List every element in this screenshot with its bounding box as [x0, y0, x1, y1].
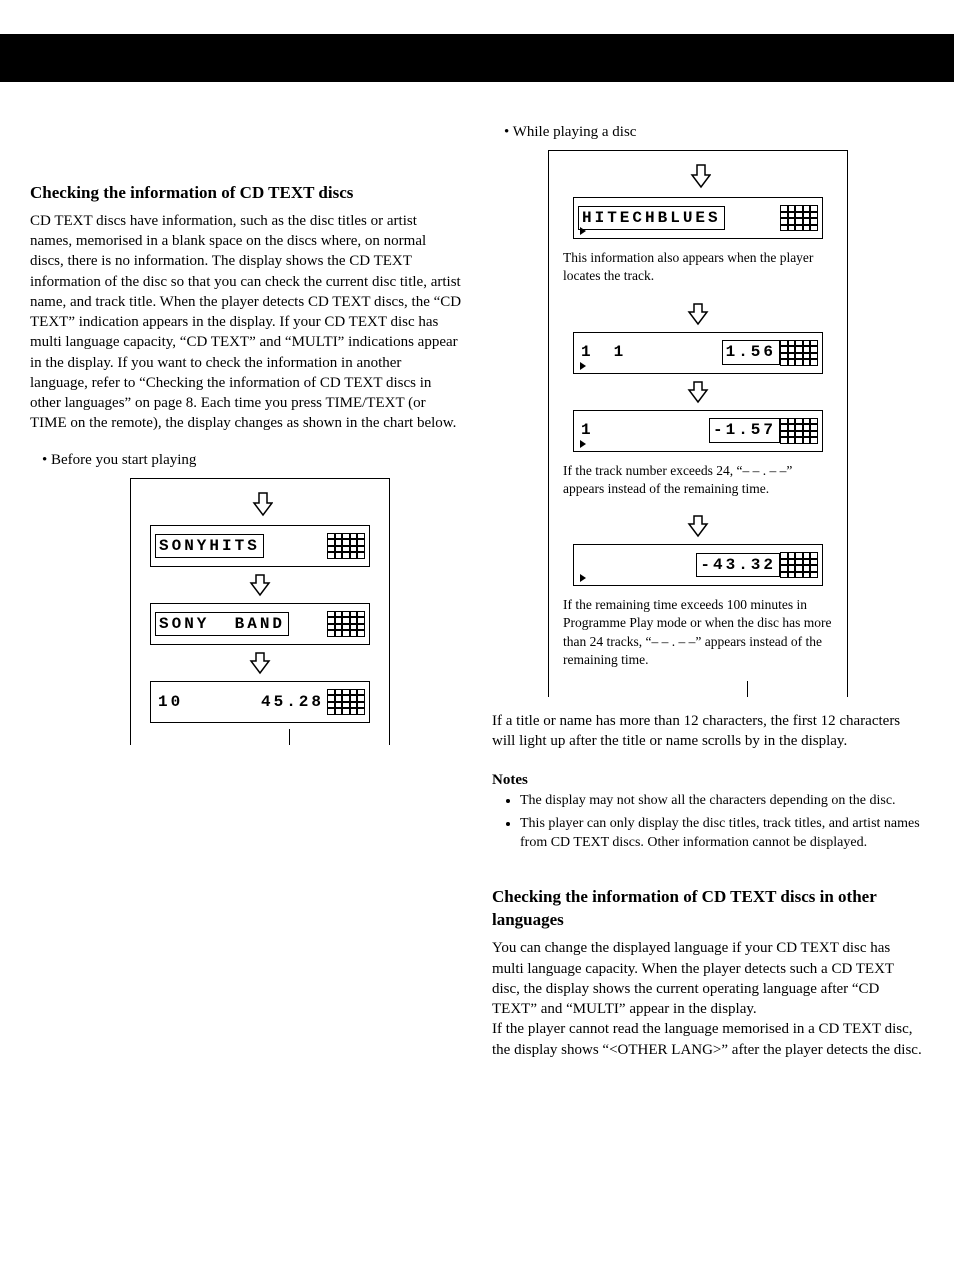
- lcd-segment: 1: [611, 341, 630, 363]
- lcd-segment: 1: [578, 419, 597, 441]
- right-column: • While playing a disc HITECHBLUES This …: [492, 122, 924, 1060]
- arrow-down-icon: [687, 302, 709, 326]
- play-icon: [580, 362, 586, 370]
- music-calendar-grid: [327, 533, 365, 559]
- lcd-display: SONYHITS: [150, 525, 370, 567]
- other-lang-paragraph: You can change the displayed language if…: [492, 938, 924, 1060]
- start-arrow-icon: [685, 163, 711, 191]
- lcd-display: -43.32: [573, 544, 823, 586]
- music-calendar-grid: [780, 340, 818, 366]
- bullet-label: Before you start playing: [51, 452, 196, 468]
- lcd-display: 1 1 1.56: [573, 332, 823, 374]
- arrow-down-icon: [687, 380, 709, 404]
- notes-list: The display may not show all the charact…: [492, 792, 924, 853]
- section-other-languages: Checking the information of CD TEXT disc…: [492, 886, 924, 1059]
- note-item: The display may not show all the charact…: [520, 792, 924, 811]
- lcd-display: SONY BAND: [150, 603, 370, 645]
- arrow-down-icon: [687, 514, 709, 538]
- left-column: Checking the information of CD TEXT disc…: [30, 122, 462, 1060]
- bullet-label: While playing a disc: [513, 124, 637, 140]
- intro-paragraph: CD TEXT discs have information, such as …: [30, 211, 462, 434]
- display-flow-right: HITECHBLUES This information also appear…: [548, 150, 848, 697]
- lcd-segment: -43.32: [696, 553, 780, 577]
- lcd-segment: HITECHBLUES: [578, 206, 725, 230]
- lcd-segment: 10: [155, 691, 186, 713]
- lcd-segment: SONY BAND: [155, 612, 289, 636]
- music-calendar-grid: [780, 205, 818, 231]
- section-heading: Checking the information of CD TEXT disc…: [492, 886, 924, 932]
- arrow-down-icon: [249, 573, 271, 597]
- music-calendar-grid: [780, 418, 818, 444]
- play-icon: [580, 574, 586, 582]
- while-playing-bullet: • While playing a disc: [504, 122, 924, 142]
- lcd-segment: 45.28: [258, 691, 327, 713]
- note-item: This player can only display the disc ti…: [520, 815, 924, 853]
- section-heading: Checking the information of CD TEXT disc…: [30, 182, 462, 205]
- lcd-segment: 1.56: [722, 340, 780, 364]
- flow-connector: [747, 681, 748, 697]
- lcd-display: 1 -1.57: [573, 410, 823, 452]
- music-calendar-grid: [327, 689, 365, 715]
- lcd-display: HITECHBLUES: [573, 197, 823, 239]
- lcd-segment: SONYHITS: [155, 534, 264, 558]
- start-arrow-icon: [247, 491, 273, 519]
- play-icon: [580, 440, 586, 448]
- lcd-display: 10 45.28: [150, 681, 370, 723]
- play-icon: [580, 227, 586, 235]
- header-bar: [0, 34, 954, 82]
- music-calendar-grid: [780, 552, 818, 578]
- lcd-segment: 1: [578, 341, 597, 363]
- music-calendar-grid: [327, 611, 365, 637]
- flow-note: This information also appears when the p…: [549, 245, 847, 297]
- page-body: Checking the information of CD TEXT disc…: [0, 82, 954, 1090]
- flow-note: If the remaining time exceeds 100 minute…: [549, 592, 847, 681]
- overflow-paragraph: If a title or name has more than 12 char…: [492, 711, 924, 752]
- flow-note: If the track number exceeds 24, “– – . –…: [549, 458, 847, 510]
- flow-connector: [289, 729, 290, 745]
- lcd-segment: -1.57: [709, 418, 780, 442]
- notes-heading: Notes: [492, 770, 924, 790]
- before-playing-bullet: • Before you start playing: [42, 450, 462, 470]
- arrow-down-icon: [249, 651, 271, 675]
- display-flow-left: SONYHITS SONY BAND 10 45.28: [130, 478, 390, 745]
